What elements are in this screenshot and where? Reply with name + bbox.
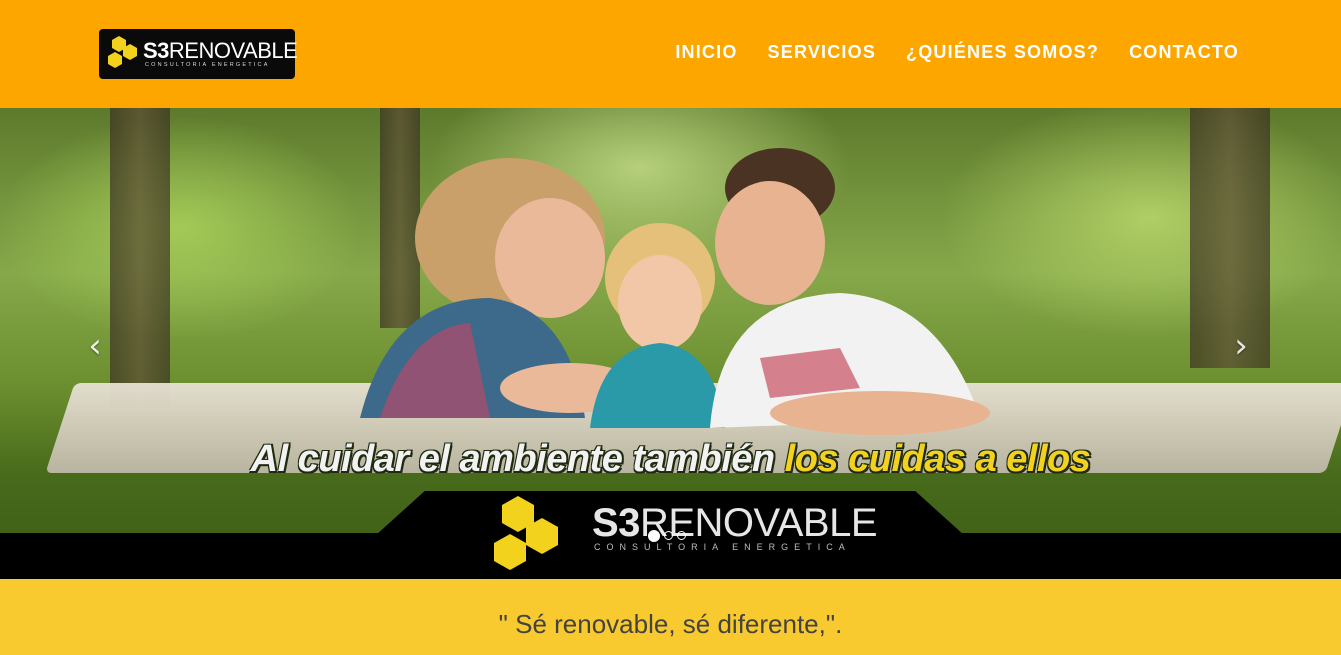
- site-header: S3RENOVABLE CONSULTORIA ENERGETICA INICI…: [0, 0, 1341, 108]
- logo-main: S3: [143, 38, 169, 63]
- site-logo[interactable]: S3RENOVABLE CONSULTORIA ENERGETICA: [99, 29, 298, 79]
- carousel-indicators: [648, 529, 686, 542]
- chevron-left-icon: ‹: [88, 326, 102, 366]
- carousel-prev-button[interactable]: ‹: [80, 326, 110, 366]
- main-nav: INICIO SERVICIOS ¿QUIÉNES SOMOS? CONTACT…: [675, 42, 1239, 63]
- quote-band: " Sé renovable, sé diferente,".: [0, 579, 1341, 655]
- nav-inicio[interactable]: INICIO: [675, 42, 737, 63]
- quote-text: " Sé renovable, sé diferente,".: [498, 609, 843, 639]
- carousel-dot-2[interactable]: [664, 531, 673, 540]
- hero-tagline: Al cuidar el ambiente también los cuidas…: [0, 438, 1341, 481]
- family-photo: [360, 148, 990, 435]
- tree-trunk: [110, 108, 170, 408]
- honeycomb-icon: [494, 496, 558, 570]
- nav-quienes-somos[interactable]: ¿QUIÉNES SOMOS?: [906, 42, 1099, 63]
- logo-rest: RENOVABLE: [168, 38, 298, 63]
- tagline-white: Al cuidar el ambiente también: [250, 438, 775, 480]
- tagline-yellow: los cuidas a ellos: [784, 438, 1091, 480]
- carousel-dot-3[interactable]: [677, 531, 686, 540]
- chevron-right-icon: ›: [1234, 326, 1248, 366]
- logo-wordmark: S3RENOVABLE: [143, 38, 298, 64]
- hero-logo-wordmark: S3RENOVABLE: [592, 501, 878, 546]
- hero-logo-subtitle: CONSULTORIA ENERGETICA: [594, 542, 851, 552]
- hero-carousel: Al cuidar el ambiente también los cuidas…: [0, 108, 1341, 579]
- honeycomb-icon: [108, 36, 137, 68]
- logo-subtitle: CONSULTORIA ENERGETICA: [145, 62, 270, 68]
- carousel-next-button[interactable]: ›: [1226, 326, 1256, 366]
- nav-contacto[interactable]: CONTACTO: [1129, 42, 1239, 63]
- carousel-dot-1[interactable]: [648, 529, 660, 542]
- nav-servicios[interactable]: SERVICIOS: [768, 42, 877, 63]
- hero-logo-main: S3: [592, 501, 640, 545]
